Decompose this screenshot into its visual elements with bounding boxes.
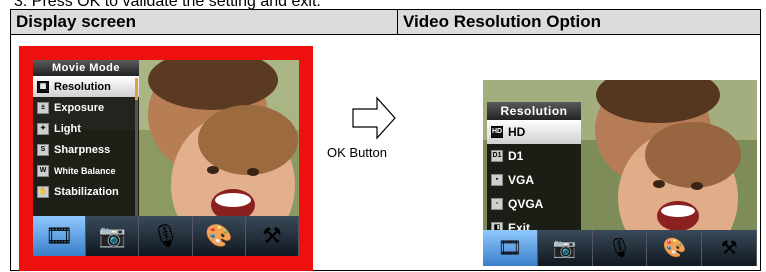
movie-tab-icon[interactable]: 🎞 bbox=[483, 230, 538, 266]
camera-preview: Movie Mode ▦ Resolution ± Exposure ✦ Lig… bbox=[33, 60, 299, 256]
exposure-icon: ± bbox=[37, 101, 49, 114]
menu-item-label: QVGA bbox=[508, 197, 544, 211]
mode-icon-bar: 🎞 📷 🎙 🎨 ⚒ bbox=[483, 230, 757, 266]
movie-tab-icon[interactable]: 🎞 bbox=[33, 216, 87, 256]
menu-item-label: HD bbox=[508, 125, 526, 139]
menu-item-sharpness[interactable]: S Sharpness bbox=[33, 139, 139, 160]
menu-item-label: Stabilization bbox=[54, 185, 119, 198]
vga-icon: ▪ bbox=[491, 174, 503, 186]
menu-title: Resolution bbox=[487, 102, 581, 120]
tools-tab-icon[interactable]: ⚒ bbox=[702, 230, 757, 266]
hd-icon: HD bbox=[491, 126, 503, 138]
light-icon: ✦ bbox=[37, 122, 49, 135]
camera-tab-icon[interactable]: 📷 bbox=[86, 216, 140, 256]
resolution-menu: Resolution HD HD D1 D1 ▪ VGA ▫ QVGA ◧ Ex… bbox=[487, 102, 581, 244]
d1-icon: D1 bbox=[491, 150, 503, 162]
menu-item-light[interactable]: ✦ Light bbox=[33, 118, 139, 139]
palette-tab-icon[interactable]: 🎨 bbox=[193, 216, 246, 256]
header-video-resolution-option: Video Resolution Option bbox=[398, 10, 760, 34]
display-screen-resolution: Resolution HD HD D1 D1 ▪ VGA ▫ QVGA ◧ Ex… bbox=[483, 80, 757, 266]
sharpness-icon: S bbox=[37, 143, 49, 156]
menu-item-hd[interactable]: HD HD bbox=[487, 120, 581, 144]
palette-tab-icon[interactable]: 🎨 bbox=[647, 230, 703, 266]
scrollbar-thumb[interactable] bbox=[135, 78, 138, 100]
menu-item-label: Sharpness bbox=[54, 143, 111, 156]
menu-item-resolution[interactable]: ▦ Resolution bbox=[33, 76, 139, 97]
movie-mode-menu: Movie Mode ▦ Resolution ± Exposure ✦ Lig… bbox=[33, 60, 139, 222]
display-screen-movie-mode: Movie Mode ▦ Resolution ± Exposure ✦ Lig… bbox=[19, 46, 313, 271]
white-balance-icon: W bbox=[37, 164, 49, 177]
camera-tab-icon[interactable]: 📷 bbox=[538, 230, 593, 266]
menu-item-white-balance[interactable]: W White Balance bbox=[33, 160, 139, 181]
menu-item-vga[interactable]: ▪ VGA bbox=[487, 168, 581, 192]
menu-item-exposure[interactable]: ± Exposure bbox=[33, 97, 139, 118]
instruction-table: Display screen Video Resolution Option M… bbox=[10, 9, 761, 271]
mode-icon-bar: 🎞 📷 🎙 🎨 ⚒ bbox=[33, 216, 299, 256]
right-arrow-icon bbox=[352, 96, 396, 140]
microphone-tab-icon[interactable]: 🎙 bbox=[139, 216, 193, 256]
microphone-tab-icon[interactable]: 🎙 bbox=[593, 230, 648, 266]
menu-item-label: Exposure bbox=[54, 101, 105, 114]
menu-item-stabilization[interactable]: ✋ Stabilization bbox=[33, 181, 139, 202]
menu-title: Movie Mode bbox=[33, 60, 139, 76]
tools-tab-icon[interactable]: ⚒ bbox=[246, 216, 299, 256]
qvga-icon: ▫ bbox=[491, 198, 503, 210]
menu-item-label: Resolution bbox=[54, 80, 111, 93]
header-display-screen: Display screen bbox=[11, 10, 398, 34]
menu-scrollbar[interactable] bbox=[135, 78, 138, 218]
menu-item-label: White Balance bbox=[54, 165, 116, 176]
header-divider bbox=[11, 34, 760, 35]
menu-item-qvga[interactable]: ▫ QVGA bbox=[487, 192, 581, 216]
ok-button-label: OK Button bbox=[327, 145, 387, 160]
resolution-icon: ▦ bbox=[37, 80, 49, 93]
menu-item-d1[interactable]: D1 D1 bbox=[487, 144, 581, 168]
menu-item-label: D1 bbox=[508, 149, 524, 163]
stabilization-icon: ✋ bbox=[37, 185, 49, 198]
menu-item-label: Light bbox=[54, 122, 81, 135]
menu-item-label: VGA bbox=[508, 173, 535, 187]
